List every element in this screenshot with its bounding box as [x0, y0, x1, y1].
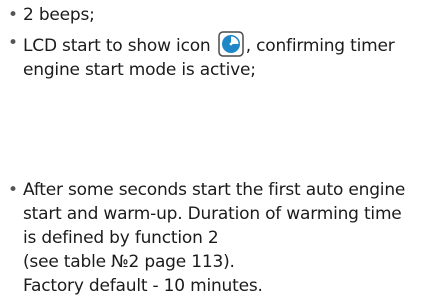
bullet-mark: •: [8, 33, 18, 53]
list-item: • After some seconds start the first aut…: [8, 178, 428, 298]
list-item-text: LCD start to show icon: [23, 36, 211, 56]
bullet-mark: •: [8, 180, 18, 200]
list-item-text: start and warm-up. Duration of warming t…: [23, 204, 402, 224]
list-item-text: is defined by function 2: [23, 228, 219, 248]
list-item-text: (see table №2 page 113).: [23, 252, 235, 272]
list-item-text: engine start mode is active;: [23, 60, 256, 80]
list-item: • 2 beeps;: [8, 3, 428, 27]
manual-page: • 2 beeps; • LCD start to show icon , co…: [0, 0, 433, 305]
list-item: • LCD start to show icon , confirming ti…: [8, 31, 428, 82]
bullet-mark: •: [8, 5, 18, 25]
list-item-line: LCD start to show icon , confirming time…: [23, 31, 428, 58]
list-item-text: 2 beeps;: [23, 5, 95, 25]
list-item-text: , confirming timer: [245, 36, 395, 56]
list-item-text: Factory default - 10 minutes.: [23, 276, 263, 296]
timer-engine-icon: [217, 31, 244, 57]
list-item-text: After some seconds start the first auto …: [23, 180, 406, 200]
